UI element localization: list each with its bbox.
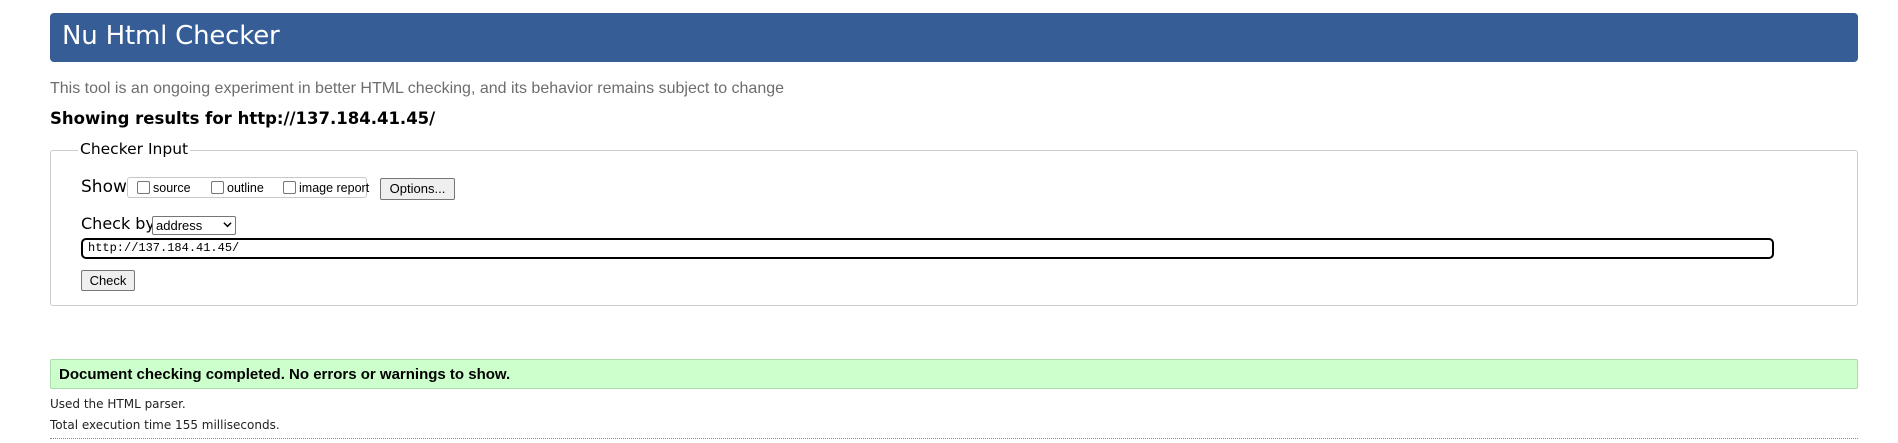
check-by-selected-value: address xyxy=(156,218,203,233)
source-checkbox[interactable] xyxy=(137,181,150,194)
tool-description: This tool is an ongoing experiment in be… xyxy=(50,80,785,97)
url-input[interactable]: http://137.184.41.45/ xyxy=(81,238,1774,259)
checker-input-legend: Checker Input xyxy=(78,139,191,159)
check-by-select[interactable]: address xyxy=(152,216,236,235)
options-button[interactable]: Options... xyxy=(380,178,455,200)
page-header: Nu Html Checker xyxy=(50,13,1858,62)
results-heading: Showing results for http://137.184.41.45… xyxy=(50,109,436,128)
page-title: Nu Html Checker xyxy=(62,21,280,51)
source-checkbox-label[interactable]: source xyxy=(153,181,191,195)
image-report-checkbox[interactable] xyxy=(283,181,296,194)
check-by-label: Check by xyxy=(81,214,155,233)
divider xyxy=(50,438,1858,439)
image-report-checkbox-label[interactable]: image report xyxy=(299,181,369,195)
check-button[interactable]: Check xyxy=(81,270,135,291)
execution-time-info: Total execution time 155 milliseconds. xyxy=(50,418,280,432)
chevron-down-icon xyxy=(223,222,232,228)
outline-checkbox[interactable] xyxy=(211,181,224,194)
show-label: Show xyxy=(81,177,127,197)
success-message: Document checking completed. No errors o… xyxy=(59,366,511,383)
parser-info: Used the HTML parser. xyxy=(50,397,186,411)
success-message-box: Document checking completed. No errors o… xyxy=(50,359,1858,389)
checker-input-fieldset xyxy=(50,150,1858,306)
outline-checkbox-label[interactable]: outline xyxy=(227,181,264,195)
